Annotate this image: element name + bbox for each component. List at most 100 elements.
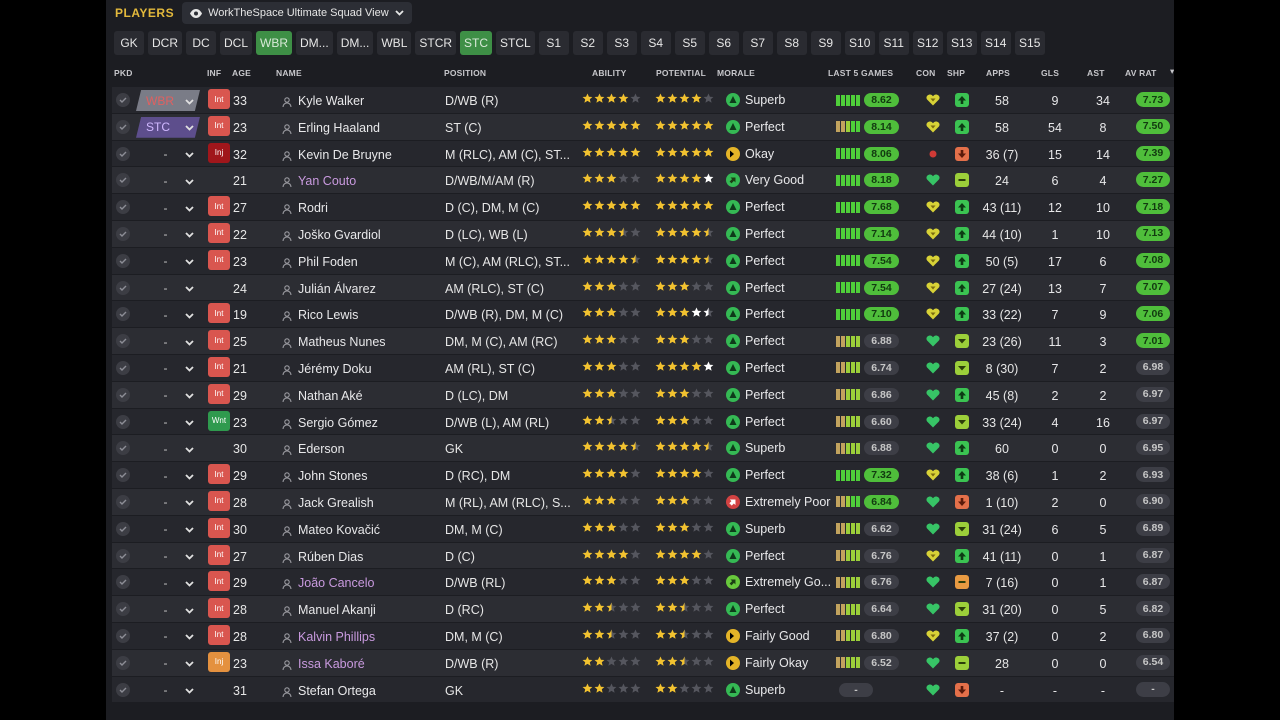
col-potential[interactable]: POTENTIAL xyxy=(656,68,706,78)
tab-s12[interactable]: S12 xyxy=(912,31,943,55)
position-select[interactable]: - xyxy=(136,358,200,379)
info-badge[interactable]: Int xyxy=(208,544,230,565)
tab-s6[interactable]: S6 xyxy=(708,31,739,55)
tab-s3[interactable]: S3 xyxy=(606,31,637,55)
tab-s9[interactable]: S9 xyxy=(810,31,841,55)
player-name[interactable]: Matheus Nunes xyxy=(282,335,386,349)
info-badge[interactable]: Int xyxy=(208,490,230,511)
position-select[interactable]: STC xyxy=(136,116,200,138)
table-row[interactable]: - Wnt 23 Sergio Gómez D/WB (L), AM (RL) Perfe… xyxy=(112,408,1174,436)
view-selector-dropdown[interactable]: WorkTheSpace Ultimate Squad View xyxy=(182,2,412,24)
col-age[interactable]: AGE xyxy=(232,68,251,78)
table-row[interactable]: - Inj 32 Kevin De Bruyne M (RLC), AM (C), ST… xyxy=(112,140,1174,168)
tab-s8[interactable]: S8 xyxy=(776,31,807,55)
check-icon[interactable] xyxy=(116,602,130,617)
position-select[interactable]: - xyxy=(136,492,200,513)
check-icon[interactable] xyxy=(116,494,130,509)
player-name[interactable]: Kevin De Bruyne xyxy=(282,148,392,162)
check-icon[interactable] xyxy=(116,200,130,215)
table-row[interactable]: - Int 25 Matheus Nunes DM, M (C), AM (RC) Per… xyxy=(112,328,1174,355)
tab-s5[interactable]: S5 xyxy=(674,31,705,55)
position-select[interactable]: - xyxy=(136,144,200,165)
col-position[interactable]: POSITION xyxy=(444,68,486,78)
player-name[interactable]: Sergio Gómez xyxy=(282,416,378,430)
info-badge[interactable]: Int xyxy=(208,249,230,270)
check-icon[interactable] xyxy=(116,468,130,483)
position-select[interactable]: - xyxy=(136,412,200,433)
table-row[interactable]: - 21 Yan Couto D/WB/M/AM (R) Very Good 8.18 24… xyxy=(112,167,1174,195)
col-gls[interactable]: GLS xyxy=(1041,68,1059,78)
player-name[interactable]: Rúben Dias xyxy=(282,550,363,564)
tab-dc[interactable]: DC xyxy=(186,31,216,55)
info-badge[interactable]: Int xyxy=(208,624,230,645)
position-select[interactable]: - xyxy=(136,438,200,459)
player-name[interactable]: Rico Lewis xyxy=(282,308,358,322)
tab-s1[interactable]: S1 xyxy=(538,31,569,55)
table-row[interactable]: - Int 29 João Cancelo D/WB (RL) Extremely Go.… xyxy=(112,569,1174,597)
position-select[interactable]: - xyxy=(136,653,200,674)
player-name[interactable]: Mateo Kovačić xyxy=(282,523,380,537)
table-row[interactable]: - Int 30 Mateo Kovačić DM, M (C) Superb 6.62 31… xyxy=(112,515,1174,543)
player-name[interactable]: Julián Álvarez xyxy=(282,282,376,296)
col-ability[interactable]: ABILITY xyxy=(592,68,626,78)
table-row[interactable]: - Int 23 Phil Foden M (C), AM (RLC), ST... Pe… xyxy=(112,247,1174,275)
position-select[interactable]: - xyxy=(136,680,200,701)
info-badge[interactable]: Int xyxy=(208,517,230,538)
check-icon[interactable] xyxy=(116,575,130,590)
position-select[interactable]: - xyxy=(136,546,200,567)
tab-s13[interactable]: S13 xyxy=(946,31,977,55)
info-badge[interactable]: Int xyxy=(208,222,230,243)
position-select[interactable]: WBR xyxy=(136,90,200,111)
info-badge[interactable]: Int xyxy=(208,196,230,217)
tab-dm-6[interactable]: DM... xyxy=(336,31,374,55)
player-name[interactable]: Stefan Ortega xyxy=(282,684,376,698)
table-row[interactable]: - Int 29 Nathan Aké D (LC), DM Perfect 6.86 45 … xyxy=(112,381,1174,409)
check-icon[interactable] xyxy=(116,119,130,134)
col-avrat[interactable]: AV RAT xyxy=(1125,68,1157,78)
col-name[interactable]: NAME xyxy=(276,68,302,78)
col-last5[interactable]: LAST 5 GAMES xyxy=(828,68,893,78)
player-name[interactable]: Phil Foden xyxy=(282,255,358,269)
position-select[interactable]: - xyxy=(136,519,200,540)
info-badge[interactable]: Int xyxy=(208,598,230,619)
check-icon[interactable] xyxy=(116,173,130,188)
check-icon[interactable] xyxy=(116,628,130,643)
tab-s11[interactable]: S11 xyxy=(878,31,909,55)
position-select[interactable]: - xyxy=(136,465,200,486)
table-row[interactable]: - 24 Julián Álvarez AM (RLC), ST (C) Perfect… xyxy=(112,274,1174,302)
tab-wbr[interactable]: WBR xyxy=(256,31,293,55)
check-icon[interactable] xyxy=(116,307,130,322)
col-pkd[interactable]: PKD xyxy=(114,68,133,78)
player-name[interactable]: Rodri xyxy=(282,201,328,215)
check-icon[interactable] xyxy=(116,655,130,670)
position-select[interactable]: - xyxy=(136,304,200,325)
table-row[interactable]: - Int 19 Rico Lewis D/WB (R), DM, M (C) Perfe… xyxy=(112,301,1174,329)
position-select[interactable]: - xyxy=(136,385,200,406)
tab-s4[interactable]: S4 xyxy=(640,31,671,55)
position-select[interactable]: - xyxy=(136,197,200,218)
table-row[interactable]: WBR Int 33 Kyle Walker D/WB (R) Superb 8.62 58 9… xyxy=(112,87,1174,114)
tab-wbl[interactable]: WBL xyxy=(377,31,412,55)
position-select[interactable]: - xyxy=(136,599,200,620)
check-icon[interactable] xyxy=(116,280,130,295)
check-icon[interactable] xyxy=(116,253,130,268)
tab-s7[interactable]: S7 xyxy=(742,31,773,55)
player-name[interactable]: Erling Haaland xyxy=(282,121,380,135)
sort-desc-icon[interactable]: ▾ xyxy=(1170,66,1174,77)
table-row[interactable]: - Int 28 Kalvin Phillips DM, M (C) Fairly Goo… xyxy=(112,622,1174,650)
player-name[interactable]: Issa Kaboré xyxy=(282,657,365,671)
info-badge[interactable]: Wnt xyxy=(208,410,230,431)
tab-stc[interactable]: STC xyxy=(460,31,493,55)
tab-dcr[interactable]: DCR xyxy=(148,31,182,55)
table-row[interactable]: - Inj 23 Issa Kaboré D/WB (R) Fairly Okay 6.52… xyxy=(112,649,1174,677)
table-row[interactable]: - Int 21 Jérémy Doku AM (RL), ST (C) Perfect 6… xyxy=(112,354,1174,382)
table-row[interactable]: - Int 28 Jack Grealish M (RL), AM (RLC), S..… xyxy=(112,488,1174,516)
position-select[interactable]: - xyxy=(136,626,200,647)
check-icon[interactable] xyxy=(116,387,130,402)
table-row[interactable]: - 30 Ederson GK Superb 6.88 60 0 0 6.95 xyxy=(112,435,1174,463)
check-icon[interactable] xyxy=(116,334,130,349)
tab-gk[interactable]: GK xyxy=(114,31,144,55)
tab-stcr[interactable]: STCR xyxy=(415,31,457,55)
table-row[interactable]: - Int 27 Rodri D (C), DM, M (C) Perfect 7.68 43… xyxy=(112,194,1174,221)
check-icon[interactable] xyxy=(116,682,130,697)
